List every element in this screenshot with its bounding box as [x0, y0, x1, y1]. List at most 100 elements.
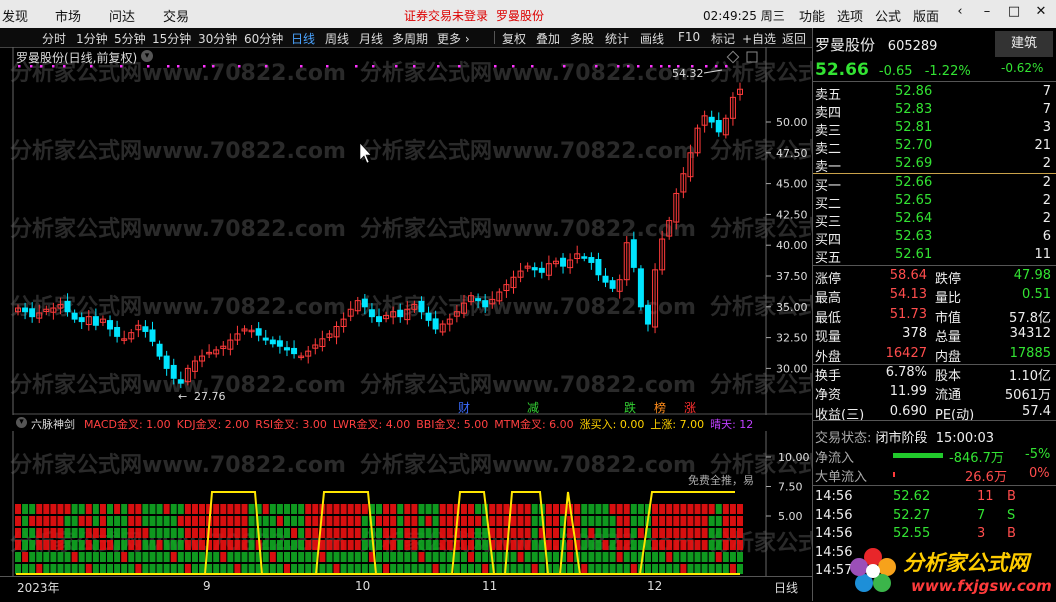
bid-volume: 2	[1042, 175, 1051, 190]
action-stats[interactable]: 统计	[605, 30, 629, 47]
price-tick-label: 40.00	[776, 239, 808, 252]
sector-button[interactable]: 建筑	[995, 31, 1053, 57]
period-more[interactable]: 更多 ›	[437, 30, 470, 47]
period-30min[interactable]: 30分钟	[198, 30, 237, 47]
toolbar-divider	[494, 31, 495, 44]
bid-level-2[interactable]: 买二 52.65 2	[815, 193, 1055, 212]
indicator-cell	[432, 552, 439, 562]
indicator-cell	[446, 516, 453, 526]
ask-level-2[interactable]: 卖四 52.83 7	[815, 102, 1055, 121]
indicator-cell	[85, 540, 92, 550]
menu-trade[interactable]: 交易	[163, 6, 189, 25]
action-add-watchlist[interactable]: +自选	[742, 30, 776, 47]
maximize-icon[interactable]: □	[1005, 4, 1023, 22]
indicator-cell	[57, 540, 64, 550]
indicator-cell	[397, 564, 404, 574]
menu-layout[interactable]: 版面	[913, 6, 939, 25]
bid-level-3[interactable]: 买三 52.64 2	[815, 211, 1055, 230]
action-f10[interactable]: F10	[678, 30, 700, 44]
indicator-cell	[262, 540, 269, 550]
login-warning[interactable]: 证券交易未登录	[404, 7, 488, 24]
price-tick-label: 37.50	[776, 270, 808, 283]
candle-body	[581, 256, 588, 259]
period-15min[interactable]: 15分钟	[152, 30, 191, 47]
candle-body	[78, 317, 85, 323]
stat-value: 58.64	[889, 268, 927, 283]
price-tick-label: 42.50	[776, 208, 808, 221]
indicator-cell	[368, 564, 375, 574]
period-multi[interactable]: 多周期	[392, 30, 428, 47]
candlestick-chart[interactable]: 分析家公式网www.70822.com 分析家公式网www.70822.com 分析…	[0, 47, 812, 415]
candle-body	[22, 307, 29, 313]
indicator-cell	[326, 528, 333, 538]
indicator-header: ▾ 六脉神剑 MACD金叉: 1.00 KDJ金叉: 2.00 RSI金叉: 3.0…	[0, 415, 812, 431]
indicator-cell	[496, 504, 503, 514]
chevron-down-icon[interactable]: ▾	[141, 50, 153, 62]
ask-level-1[interactable]: 卖五 52.86 7	[815, 84, 1055, 103]
trade-time: 15:00:03	[935, 431, 995, 446]
action-multistock[interactable]: 多股	[570, 30, 594, 47]
ask-level-3[interactable]: 卖三 52.81 3	[815, 120, 1055, 139]
indicator-cell	[708, 528, 715, 538]
signal-dot	[627, 65, 630, 68]
action-adjust[interactable]: 复权	[502, 30, 526, 47]
indicator-cell	[687, 528, 694, 538]
period-5min[interactable]: 5分钟	[114, 30, 146, 47]
indicator-cell	[475, 504, 482, 514]
action-mark[interactable]: 标记	[711, 30, 735, 47]
period-timeshare[interactable]: 分时	[42, 30, 66, 47]
candle-body	[482, 300, 489, 308]
action-overlay[interactable]: 叠加	[536, 30, 560, 47]
minimize-icon[interactable]: –	[978, 4, 996, 22]
indicator-cell	[510, 516, 517, 526]
indicator-cell	[43, 540, 50, 550]
indicator-cell	[57, 564, 64, 574]
indicator-cell	[227, 552, 234, 562]
indicator-cell	[588, 552, 595, 562]
bid-level-4[interactable]: 买四 52.63 6	[815, 229, 1055, 248]
indicator-cell	[602, 564, 609, 574]
indicator-cell	[184, 504, 191, 514]
indicator-cell	[581, 528, 588, 538]
six-pulse-indicator-chart[interactable]: 分析家公式网www.70822.com 分析家公式网www.70822.com 分析…	[0, 431, 812, 576]
menu-formula[interactable]: 公式	[875, 6, 901, 25]
back-arrow-icon[interactable]: ‹	[951, 4, 969, 22]
period-monthly[interactable]: 月线	[359, 30, 383, 47]
candle-body	[602, 275, 609, 283]
menu-options[interactable]: 选项	[837, 6, 863, 25]
quote-stock-name: 罗曼股份	[815, 36, 876, 54]
candle-body	[630, 239, 637, 268]
candle-body	[269, 339, 276, 345]
indicator-menu-icon[interactable]: ▾	[16, 417, 27, 428]
action-back[interactable]: 返回	[782, 30, 806, 47]
menu-market[interactable]: 市场	[55, 6, 81, 25]
indicator-cell	[609, 528, 616, 538]
menu-wenda[interactable]: 问达	[109, 6, 135, 25]
indicator-cell	[531, 516, 538, 526]
indicator-cell	[71, 504, 78, 514]
stat-value: 0.690	[889, 403, 927, 419]
period-weekly[interactable]: 周线	[325, 30, 349, 47]
period-1min[interactable]: 1分钟	[76, 30, 108, 47]
indicator-cell	[354, 564, 361, 574]
indicator-cell	[552, 540, 559, 550]
action-draw[interactable]: 画线	[640, 30, 664, 47]
indicator-cell	[397, 552, 404, 562]
bid-level-5[interactable]: 买五 52.61 11	[815, 247, 1055, 266]
indicator-cell	[602, 528, 609, 538]
bid-level-1[interactable]: 买一 52.66 2	[815, 175, 1055, 194]
period-60min[interactable]: 60分钟	[244, 30, 283, 47]
menu-function[interactable]: 功能	[799, 6, 825, 25]
indicator-cell	[177, 528, 184, 538]
candle-body	[432, 318, 439, 330]
ask-level-5[interactable]: 卖一 52.69 2	[815, 156, 1055, 175]
ask-level-4[interactable]: 卖二 52.70 21	[815, 138, 1055, 157]
indicator-cell	[595, 516, 602, 526]
indicator-cell	[149, 516, 156, 526]
indicator-cell	[78, 540, 85, 550]
indicator-cell	[361, 528, 368, 538]
close-icon[interactable]: ✕	[1032, 4, 1050, 22]
indicator-cell	[78, 528, 85, 538]
menu-discover[interactable]: 发现	[2, 6, 28, 25]
period-daily[interactable]: 日线	[291, 30, 315, 47]
